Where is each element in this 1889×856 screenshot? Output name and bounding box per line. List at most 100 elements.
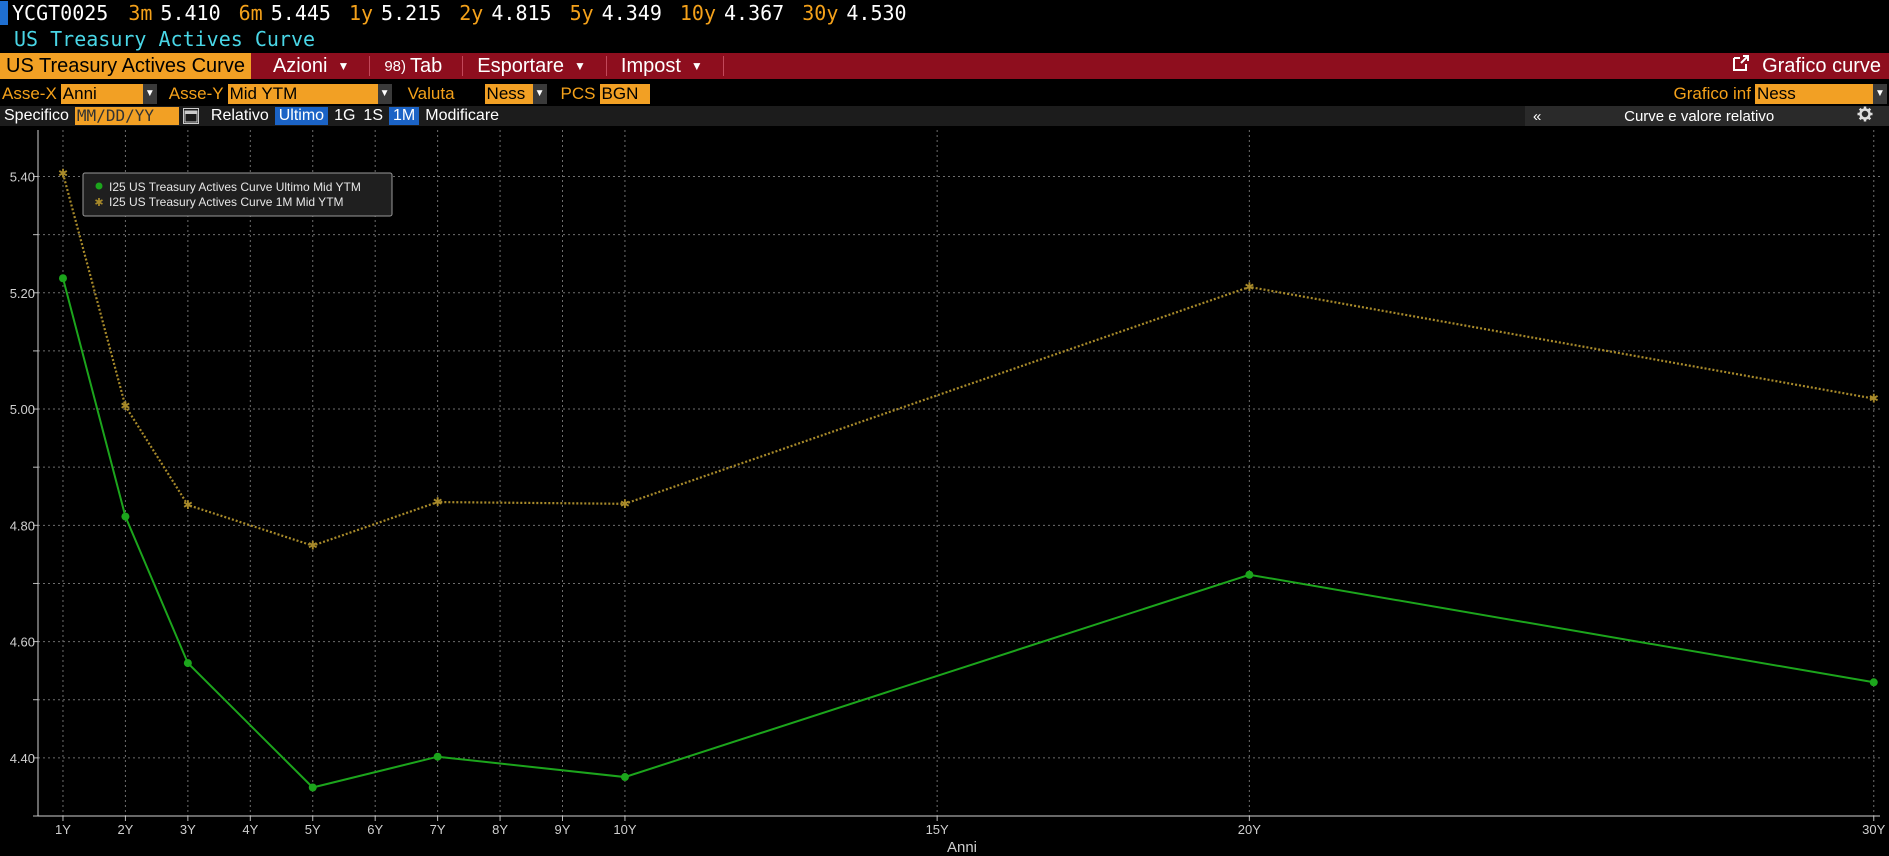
date-input[interactable]: MM/DD/YY bbox=[74, 107, 179, 125]
ticker-marker bbox=[0, 1, 8, 25]
quote-5y: 5y 4.349 bbox=[569, 1, 662, 25]
valuta-value: Ness bbox=[486, 84, 526, 103]
series-1m-marker: ✱ bbox=[120, 399, 130, 413]
dropdown-arrow-icon: ▼ bbox=[377, 84, 392, 104]
pcs-value: BGN bbox=[601, 84, 639, 103]
quote-2y: 2y 4.815 bbox=[459, 1, 552, 25]
grafico-inf-value: Ness bbox=[1757, 84, 1796, 103]
legend-ultimo-marker bbox=[95, 182, 103, 190]
x-tick-label: 5Y bbox=[305, 822, 321, 837]
series-1m-marker: ✱ bbox=[1869, 392, 1879, 406]
y-tick-label: 5.00 bbox=[10, 402, 35, 417]
x-tick-label: 9Y bbox=[555, 822, 571, 837]
chevron-down-icon: ▼ bbox=[690, 59, 703, 73]
1s-button[interactable]: 1S bbox=[359, 107, 387, 125]
chart-series: ✱ ✱ ✱ ✱ ✱ ✱ ✱ ✱ bbox=[58, 167, 1879, 792]
esportare-menu-label: Esportare bbox=[477, 54, 564, 77]
page-subtitle: US Treasury Actives Curve bbox=[14, 27, 316, 51]
valuta-select[interactable]: Ness ▼ bbox=[484, 84, 547, 104]
x-tick-label: 4Y bbox=[242, 822, 258, 837]
asse-x-label: Asse-X bbox=[2, 84, 57, 103]
y-tick-label: 5.40 bbox=[10, 170, 35, 185]
calendar-icon[interactable] bbox=[182, 108, 199, 124]
series-1m-marker: ✱ bbox=[1244, 280, 1254, 294]
command-bar: US Treasury Actives Curve Azioni ▼ 98) T… bbox=[0, 53, 1889, 79]
1g-button[interactable]: 1G bbox=[330, 107, 359, 125]
grafico-inf-label: Grafico inf bbox=[1673, 84, 1751, 103]
y-tick-label: 4.80 bbox=[10, 518, 35, 533]
dropdown-arrow-icon: ▼ bbox=[532, 84, 547, 104]
panel-title: Curve e valore relativo bbox=[1624, 107, 1775, 125]
ticker-bar: YCGT0025 3m 5.410 6m 5.445 1y 5.215 2y 4.815… bbox=[0, 0, 1889, 26]
legend-1m-marker: ✱ bbox=[94, 197, 103, 209]
legend-1m-label: I25 US Treasury Actives Curve 1M Mid YTM bbox=[109, 195, 344, 209]
series-ultimo-marker bbox=[1869, 678, 1878, 687]
quote-1y: 1y 5.215 bbox=[348, 1, 442, 25]
y-tick-label: 4.40 bbox=[10, 751, 35, 766]
x-tick-label: 2Y bbox=[117, 822, 133, 837]
quote-30y: 30y 4.530 bbox=[802, 1, 907, 25]
ticker-symbol[interactable]: YCGT0025 bbox=[12, 1, 108, 25]
tab-menu[interactable]: 98) Tab bbox=[370, 53, 456, 79]
x-tick-label: 1Y bbox=[55, 822, 71, 837]
x-tick-labels: 1Y 2Y 3Y 4Y 5Y 6Y 7Y 8Y 9Y 10Y 15Y 20Y 30Y bbox=[55, 822, 1886, 837]
series-1m-marker: ✱ bbox=[308, 539, 318, 553]
asse-y-select[interactable]: Mid YTM ▼ bbox=[227, 84, 392, 104]
chevron-down-icon: ▼ bbox=[337, 59, 350, 73]
y-tick-labels: 4.40 4.60 4.80 5.00 5.20 5.40 bbox=[10, 170, 35, 766]
x-tick-label: 20Y bbox=[1238, 822, 1261, 837]
dropdown-arrow-icon: ▼ bbox=[1873, 84, 1887, 104]
x-tick-label: 10Y bbox=[613, 822, 636, 837]
azioni-menu[interactable]: Azioni ▼ bbox=[259, 53, 363, 79]
series-ultimo-marker bbox=[620, 773, 629, 782]
relativo-label: Relativo bbox=[210, 107, 269, 124]
legend-ultimo-label: I25 US Treasury Actives Curve Ultimo Mid… bbox=[109, 180, 361, 194]
series-1m-marker: ✱ bbox=[620, 497, 630, 511]
asse-x-select[interactable]: Anni ▼ bbox=[60, 84, 157, 104]
series-ultimo-marker bbox=[183, 659, 192, 668]
modificare-button[interactable]: Modificare bbox=[421, 107, 503, 125]
ultimo-button[interactable]: Ultimo bbox=[274, 107, 329, 125]
y-tick-label: 5.20 bbox=[10, 286, 35, 301]
external-link-icon bbox=[1732, 54, 1750, 78]
impost-menu[interactable]: Impost ▼ bbox=[607, 53, 717, 79]
date-toolbar: Specifico MM/DD/YY Relativo Ultimo 1G 1S… bbox=[0, 106, 1889, 126]
specifico-label: Specifico bbox=[4, 107, 69, 124]
grafico-curve-label: Grafico curve bbox=[1762, 54, 1881, 77]
x-tick-label: 15Y bbox=[926, 822, 949, 837]
x-tick-label: 8Y bbox=[492, 822, 508, 837]
x-tick-label: 30Y bbox=[1862, 822, 1885, 837]
gear-icon[interactable] bbox=[1857, 106, 1873, 126]
yield-curve-chart[interactable]: 4.40 4.60 4.80 5.00 5.20 5.40 1Y 2Y 3Y 4Y 5Y 6Y 7Y 8… bbox=[0, 127, 1889, 856]
valuta-label: Valuta bbox=[407, 84, 455, 103]
tab-menu-prefix: 98) bbox=[384, 57, 407, 75]
chart-axes bbox=[33, 130, 1880, 821]
series-ultimo-marker bbox=[433, 752, 442, 761]
tab-menu-label: Tab bbox=[410, 54, 443, 77]
chart-legend[interactable]: I25 US Treasury Actives Curve Ultimo Mid… bbox=[82, 172, 393, 217]
dropdown-arrow-icon: ▼ bbox=[142, 84, 157, 104]
series-1m-marker: ✱ bbox=[433, 495, 443, 509]
series-ultimo-line bbox=[62, 277, 1874, 789]
relative-value-panel-header: « Curve e valore relativo bbox=[1525, 106, 1889, 126]
esportare-menu[interactable]: Esportare ▼ bbox=[463, 53, 600, 79]
x-tick-label: 7Y bbox=[430, 822, 446, 837]
asse-y-value: Mid YTM bbox=[229, 84, 298, 103]
x-tick-label: 3Y bbox=[180, 822, 196, 837]
tab-us-treasury-actives-curve[interactable]: US Treasury Actives Curve bbox=[0, 53, 251, 79]
quote-3m: 3m 5.410 bbox=[128, 1, 221, 25]
grafico-inf-select[interactable]: Ness ▼ bbox=[1755, 84, 1887, 104]
1m-button[interactable]: 1M bbox=[389, 107, 420, 125]
quote-6m: 6m 5.445 bbox=[238, 1, 331, 25]
pcs-label: PCS bbox=[560, 84, 596, 103]
series-ultimo-marker bbox=[58, 274, 67, 283]
grafico-curve-button[interactable]: Grafico curve bbox=[1732, 53, 1889, 79]
quote-10y: 10y 4.367 bbox=[679, 1, 785, 25]
chevron-down-icon: ▼ bbox=[574, 59, 586, 73]
menu-divider bbox=[722, 56, 724, 76]
x-tick-label: 6Y bbox=[367, 822, 383, 837]
pcs-field[interactable]: BGN bbox=[599, 84, 650, 104]
asse-y-label: Asse-Y bbox=[168, 84, 224, 103]
collapse-icon[interactable]: « bbox=[1533, 108, 1541, 125]
series-ultimo-marker bbox=[121, 512, 130, 521]
